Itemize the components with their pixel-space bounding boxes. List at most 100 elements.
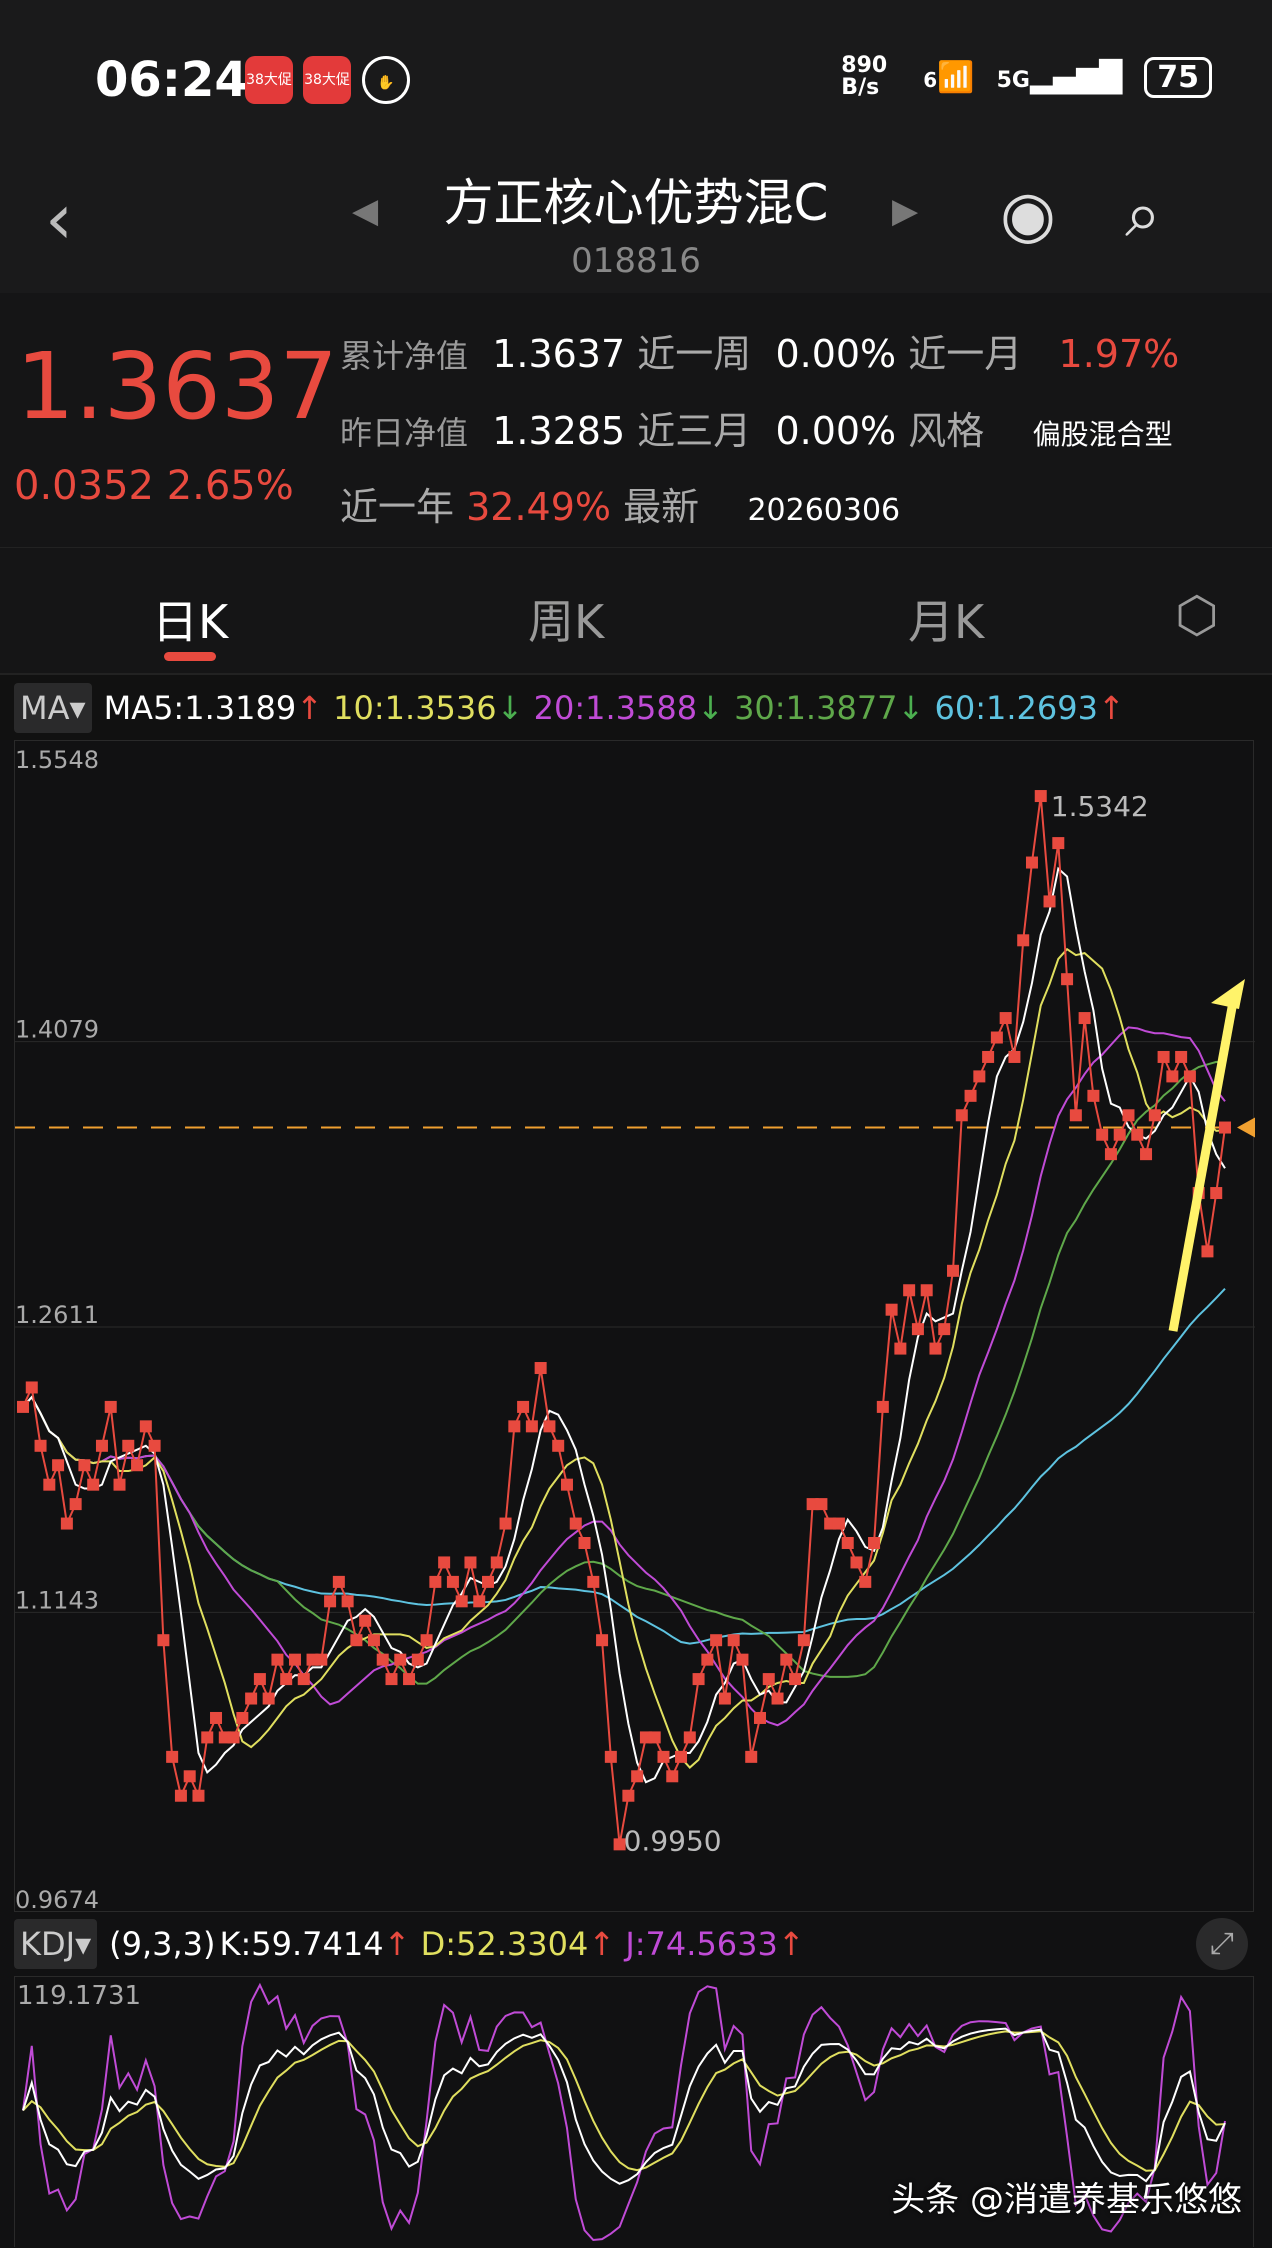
ma10-line xyxy=(22,947,1226,1769)
price-point xyxy=(1069,1109,1082,1122)
price-point xyxy=(1201,1245,1214,1258)
price-point xyxy=(1219,1121,1231,1134)
robot-assistant-icon[interactable]: ◉ xyxy=(1000,178,1056,252)
price-point xyxy=(332,1575,345,1588)
price-point xyxy=(60,1517,73,1530)
price-point xyxy=(1166,1070,1179,1083)
status-bar: 06:24 38大促 38大促 ✋ 890 B/s 6📶 5G▂▄▆█ 75 xyxy=(0,0,1272,143)
price-point xyxy=(1122,1109,1135,1122)
price-point xyxy=(666,1770,679,1783)
value: 20260306 xyxy=(747,493,901,528)
signal-icon: 5G▂▄▆█ xyxy=(996,59,1123,95)
ma-selector-label: MA xyxy=(20,688,70,727)
price-point xyxy=(1017,934,1030,947)
price-point xyxy=(1025,856,1038,869)
next-fund-icon[interactable]: ▶ xyxy=(892,191,918,231)
price-point xyxy=(350,1634,363,1647)
kdj-value: K:59.7414 xyxy=(219,1925,384,1963)
price-point xyxy=(850,1556,863,1569)
price-point xyxy=(885,1303,898,1316)
price-point xyxy=(1008,1050,1021,1063)
price-point xyxy=(648,1731,661,1744)
price-point xyxy=(341,1595,354,1608)
price-point xyxy=(324,1595,337,1608)
price-point xyxy=(245,1692,258,1705)
price-point xyxy=(964,1089,977,1102)
trend-arrow-icon: ↑ xyxy=(296,688,323,727)
price-point xyxy=(403,1673,416,1686)
price-point xyxy=(131,1459,144,1472)
price-point xyxy=(745,1750,758,1763)
price-point xyxy=(683,1731,696,1744)
price-point xyxy=(95,1439,108,1452)
price-point xyxy=(394,1653,407,1666)
price-point xyxy=(1113,1128,1126,1141)
price-point xyxy=(280,1673,293,1686)
price-point xyxy=(420,1634,433,1647)
price-point xyxy=(903,1284,916,1297)
price-point xyxy=(947,1264,960,1277)
price-point xyxy=(1078,1012,1091,1025)
ma-selector[interactable]: MA▾ xyxy=(14,682,92,733)
tab-monthly-k[interactable]: 月K xyxy=(908,586,984,652)
price-point xyxy=(69,1498,82,1511)
tab-daily-k[interactable]: 日K xyxy=(152,586,228,652)
expand-icon[interactable]: ⤢ xyxy=(1196,1918,1248,1970)
price-point xyxy=(727,1634,740,1647)
kline-chart[interactable]: 1.5548 1.4079 1.2611 1.1143 0.9674 1.5342 0.99… xyxy=(14,740,1255,1913)
ma-value: 20:1.3588 xyxy=(533,688,698,727)
price-point xyxy=(894,1342,907,1355)
kdj-value: D:52.3304 xyxy=(420,1925,589,1963)
price-point xyxy=(315,1653,328,1666)
price-point xyxy=(911,1323,924,1336)
price-point xyxy=(973,1070,986,1083)
price-point xyxy=(271,1653,284,1666)
change-value: 0.0352 xyxy=(14,463,154,509)
y-tick-label: 1.5548 xyxy=(15,746,99,774)
search-icon[interactable]: ⌕ xyxy=(1125,178,1161,252)
price-point xyxy=(376,1653,389,1666)
max-label: 1.5342 xyxy=(1051,790,1149,823)
label: 近一周 xyxy=(637,332,752,376)
price-point xyxy=(43,1478,56,1491)
price-line xyxy=(22,795,1226,1845)
price-point xyxy=(543,1420,556,1433)
price-point xyxy=(166,1750,179,1763)
nav-value: 1.3637 xyxy=(16,333,338,440)
price-point xyxy=(210,1711,223,1724)
tab-weekly-k[interactable]: 周K xyxy=(528,586,604,652)
settings-icon[interactable]: ⬡ xyxy=(1175,586,1219,644)
price-point xyxy=(710,1634,723,1647)
kdj-selector[interactable]: KDJ▾ xyxy=(14,1919,98,1969)
label: 累计净值 xyxy=(340,337,469,375)
battery-icon: 75 xyxy=(1144,56,1212,98)
value: 1.3637 xyxy=(492,332,626,376)
watermark: 头条 @消遣养基乐悠悠 xyxy=(891,2180,1242,2220)
price-point xyxy=(815,1498,828,1511)
ma30-line xyxy=(22,1060,1226,1685)
price-point xyxy=(832,1517,845,1530)
y-tick-label: 1.2611 xyxy=(15,1301,99,1329)
trend-arrow-icon: ↓ xyxy=(496,688,524,727)
ma-value: 10:1.3536 xyxy=(333,688,497,727)
value: 1.3285 xyxy=(492,409,626,453)
y-tick-label: 1.4079 xyxy=(15,1016,99,1044)
label: 昨日净值 xyxy=(340,414,469,452)
price-point xyxy=(174,1789,187,1802)
price-point xyxy=(596,1634,609,1647)
price-point xyxy=(52,1459,65,1472)
price-point xyxy=(1087,1089,1100,1102)
status-icons: 890 B/s 6📶 5G▂▄▆█ 75 xyxy=(841,55,1212,99)
annotation-arrowhead xyxy=(1211,979,1245,1009)
price-point xyxy=(552,1439,565,1452)
price-point xyxy=(929,1342,942,1355)
price-point xyxy=(262,1692,275,1705)
price-point xyxy=(517,1400,530,1413)
price-point xyxy=(113,1478,126,1491)
price-point xyxy=(578,1536,591,1549)
value: 1.97% xyxy=(1058,332,1180,376)
net-speed: 890 B/s xyxy=(841,53,888,100)
app-notification-icon: 38大促 xyxy=(303,56,351,104)
price-point xyxy=(701,1653,714,1666)
price-point xyxy=(104,1400,117,1413)
